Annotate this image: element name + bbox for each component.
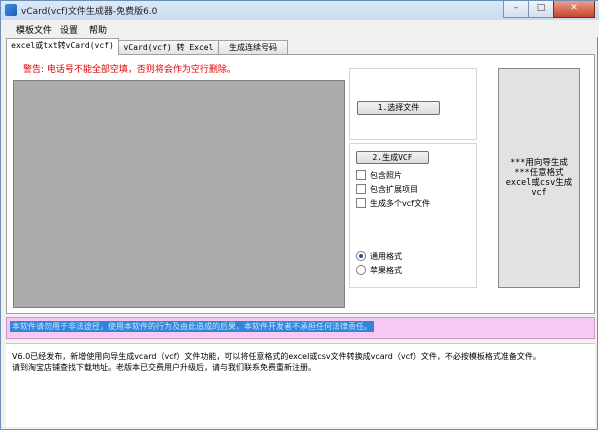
select-file-panel: 1.选择文件 bbox=[349, 68, 477, 140]
radio-button[interactable] bbox=[356, 265, 366, 275]
maximize-button[interactable]: □ bbox=[528, 1, 554, 18]
checkbox-box[interactable] bbox=[356, 198, 366, 208]
generate-panel: 2.生成VCF 包含照片 包含扩展项目 生成多个vcf文件 通用格式 苹果格式 bbox=[349, 143, 477, 288]
wizard-button[interactable]: ***用向导生成***任意格式excel或csv生成vcf bbox=[498, 68, 580, 288]
tab-content: 警告: 电话号不能全部空填，否则将会作为空行删除。 1.选择文件 2.生成VCF… bbox=[6, 54, 595, 314]
disclaimer-bar: 本软件请勿用于非法途径，使用本软件的行为及由此造成的后果，本软件开发者不承担任何… bbox=[6, 317, 595, 339]
checkbox-label: 生成多个vcf文件 bbox=[370, 198, 430, 208]
info-line: V6.0已经发布，新增使用向导生成vcard（vcf）文件功能，可以将任意格式的… bbox=[12, 352, 541, 361]
app-window: vCard(vcf)文件生成器-免费版6.0 – □ ✕ 模板文件 设置 帮助 … bbox=[0, 0, 599, 430]
select-file-button[interactable]: 1.选择文件 bbox=[357, 101, 440, 115]
window-title: vCard(vcf)文件生成器-免费版6.0 bbox=[21, 7, 158, 17]
radio-generic-format[interactable]: 通用格式 bbox=[356, 250, 402, 262]
menu-bar: 模板文件 设置 帮助 bbox=[1, 20, 599, 37]
radio-button[interactable] bbox=[356, 251, 366, 261]
checkbox-multiple-vcf[interactable]: 生成多个vcf文件 bbox=[356, 197, 430, 209]
menu-template-file[interactable]: 模板文件 bbox=[16, 23, 52, 36]
close-button[interactable]: ✕ bbox=[553, 1, 595, 18]
tab-excel-to-vcard[interactable]: excel或txt转vCard(vcf) bbox=[6, 38, 119, 55]
app-icon bbox=[5, 4, 17, 16]
info-panel: V6.0已经发布，新增使用向导生成vcard（vcf）文件功能，可以将任意格式的… bbox=[6, 343, 595, 427]
disclaimer-text: 本软件请勿用于非法途径，使用本软件的行为及由此造成的后果，本软件开发者不承担任何… bbox=[10, 321, 374, 332]
checkbox-box[interactable] bbox=[356, 170, 366, 180]
checkbox-include-photo[interactable]: 包含照片 bbox=[356, 169, 402, 181]
info-line: 请到淘宝店铺查找下载地址。老版本已交费用户升级后，请与我们联系免费重新注册。 bbox=[12, 363, 316, 372]
generate-vcf-button[interactable]: 2.生成VCF bbox=[356, 151, 429, 164]
tab-sequential-numbers[interactable]: 生成连续号码 bbox=[218, 40, 288, 54]
checkbox-box[interactable] bbox=[356, 184, 366, 194]
checkbox-label: 包含照片 bbox=[370, 170, 402, 180]
radio-label: 通用格式 bbox=[370, 251, 402, 261]
tab-vcard-to-excel[interactable]: vCard(vcf) 转 Excel bbox=[118, 40, 219, 54]
menu-settings[interactable]: 设置 bbox=[60, 23, 78, 36]
title-bar[interactable]: vCard(vcf)文件生成器-免费版6.0 – □ ✕ bbox=[1, 1, 599, 20]
menu-help[interactable]: 帮助 bbox=[89, 23, 107, 36]
minimize-button[interactable]: – bbox=[503, 1, 529, 18]
checkbox-label: 包含扩展项目 bbox=[370, 184, 418, 194]
radio-apple-format[interactable]: 苹果格式 bbox=[356, 264, 402, 276]
data-preview-area[interactable] bbox=[13, 80, 345, 308]
warning-text: 警告: 电话号不能全部空填，否则将会作为空行删除。 bbox=[23, 65, 236, 75]
radio-label: 苹果格式 bbox=[370, 265, 402, 275]
checkbox-include-extended[interactable]: 包含扩展项目 bbox=[356, 183, 418, 195]
